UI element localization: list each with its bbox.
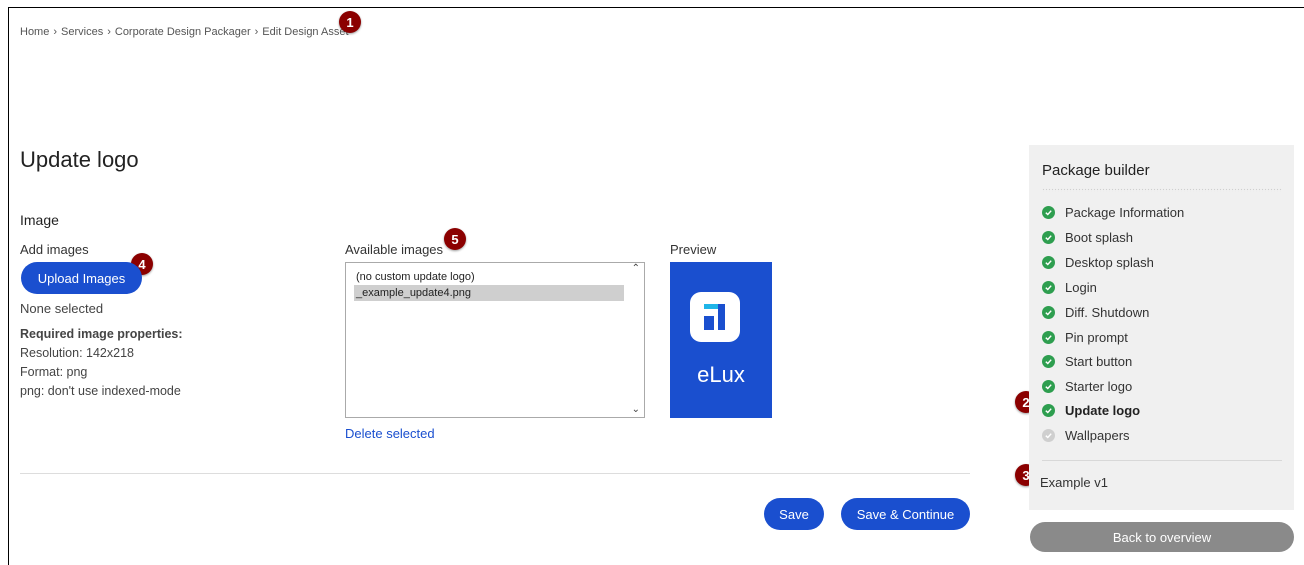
sidebar-item-label: Pin prompt <box>1065 330 1128 345</box>
sidebar-title: Package builder <box>1042 162 1150 179</box>
sidebar-item-label: Login <box>1065 280 1097 295</box>
scroll-up-arrow-icon[interactable]: ⌃ <box>632 263 640 274</box>
check-circle-icon <box>1042 355 1055 368</box>
sidebar-item-desktop-splash[interactable]: Desktop splash <box>1042 255 1154 270</box>
check-circle-icon <box>1042 331 1055 344</box>
annotation-marker-5: 5 <box>444 228 466 250</box>
preview-logo-text: eLux <box>697 362 745 387</box>
upload-status-text: None selected <box>20 301 104 316</box>
breadcrumb: Home › Services › Corporate Design Packager ›… <box>20 26 349 38</box>
available-images-label: Available images <box>345 242 444 257</box>
check-circle-icon <box>1042 281 1055 294</box>
image-option[interactable]: (no custom update logo) <box>354 269 477 285</box>
package-version: Example v1 <box>1040 475 1108 490</box>
sidebar-item-package-information[interactable]: Package Information <box>1042 205 1184 220</box>
check-circle-icon <box>1042 256 1055 269</box>
sidebar-item-label: Update logo <box>1065 403 1141 418</box>
add-images-label: Add images <box>20 242 89 257</box>
annotation-marker-1: 1 <box>339 11 361 33</box>
check-circle-pending-icon <box>1042 429 1055 442</box>
check-circle-icon <box>1042 306 1055 319</box>
check-circle-icon <box>1042 231 1055 244</box>
package-builder-sidebar: Package builder Package Information Boot… <box>1029 145 1294 510</box>
check-circle-icon <box>1042 206 1055 219</box>
sidebar-item-boot-splash[interactable]: Boot splash <box>1042 230 1133 245</box>
available-images-listbox[interactable]: (no custom update logo) _example_update4… <box>345 262 645 418</box>
elux-logo-icon <box>690 292 740 342</box>
requirement-format: Format: png <box>20 365 88 379</box>
requirements-title: Required image properties: <box>20 327 183 341</box>
preview-label: Preview <box>670 242 717 257</box>
breadcrumb-home[interactable]: Home <box>20 26 49 38</box>
check-circle-icon <box>1042 380 1055 393</box>
sidebar-item-label: Desktop splash <box>1065 255 1154 270</box>
breadcrumb-corporate-design-packager[interactable]: Corporate Design Packager <box>115 26 251 38</box>
breadcrumb-separator: › <box>254 26 259 38</box>
requirement-resolution: Resolution: 142x218 <box>20 346 134 360</box>
sidebar-item-update-logo[interactable]: Update logo <box>1042 403 1140 418</box>
sidebar-item-starter-logo[interactable]: Starter logo <box>1042 379 1132 394</box>
logo-preview: eLux <box>670 262 772 418</box>
sidebar-item-start-button[interactable]: Start button <box>1042 354 1132 369</box>
breadcrumb-separator: › <box>107 26 111 38</box>
sidebar-item-pin-prompt[interactable]: Pin prompt <box>1042 330 1128 345</box>
breadcrumb-services[interactable]: Services <box>61 26 103 38</box>
sidebar-divider <box>1042 460 1282 461</box>
sidebar-item-label: Boot splash <box>1065 230 1133 245</box>
frame-border-left <box>8 7 9 565</box>
sidebar-item-diff-shutdown[interactable]: Diff. Shutdown <box>1042 305 1149 320</box>
sidebar-item-label: Diff. Shutdown <box>1065 305 1150 320</box>
upload-images-button[interactable]: Upload Images <box>21 262 142 294</box>
scroll-down-arrow-icon[interactable]: ⌄ <box>632 404 640 415</box>
breadcrumb-separator: › <box>53 26 58 38</box>
save-continue-button[interactable]: Save & Continue <box>841 498 970 530</box>
requirement-indexed-mode: png: don't use indexed-mode <box>20 384 181 398</box>
image-option-selected[interactable]: _example_update4.png <box>354 285 624 301</box>
delete-selected-link[interactable]: Delete selected <box>345 426 435 441</box>
sidebar-item-label: Start button <box>1065 354 1133 369</box>
sidebar-item-label: Package Information <box>1065 205 1185 220</box>
sidebar-item-wallpapers[interactable]: Wallpapers <box>1042 428 1130 443</box>
sidebar-title-divider <box>1042 188 1282 192</box>
frame-border-top <box>8 7 1304 8</box>
save-button[interactable]: Save <box>764 498 824 530</box>
check-circle-icon <box>1042 404 1055 417</box>
breadcrumb-current: Edit Design Asset <box>262 26 349 38</box>
sidebar-item-label: Wallpapers <box>1065 428 1130 443</box>
sidebar-item-label: Starter logo <box>1065 379 1133 394</box>
back-to-overview-button[interactable]: Back to overview <box>1030 522 1294 552</box>
image-section-label: Image <box>20 212 59 228</box>
sidebar-item-login[interactable]: Login <box>1042 280 1097 295</box>
page-title: Update logo <box>20 147 139 172</box>
divider <box>20 473 970 474</box>
